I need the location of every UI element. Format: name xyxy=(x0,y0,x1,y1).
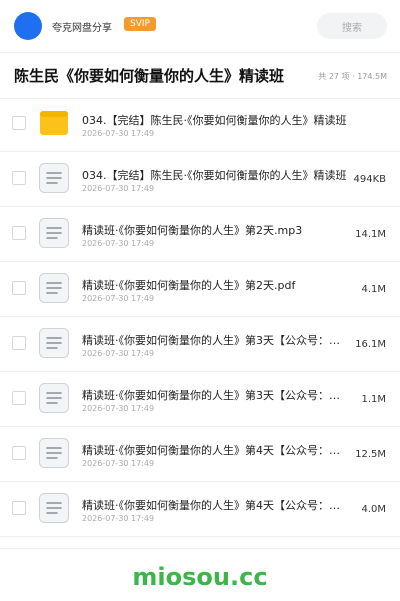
document-icon xyxy=(38,162,70,194)
select-checkbox[interactable] xyxy=(12,116,26,130)
document-icon xyxy=(38,217,70,249)
document-icon xyxy=(38,382,70,414)
select-checkbox[interactable] xyxy=(12,281,26,295)
file-name: 034.【完结】陈生民·《你要如何衡量你的人生》精读班 xyxy=(82,169,347,182)
select-checkbox[interactable] xyxy=(12,171,26,185)
file-row[interactable]: 精读班·《你要如何衡量你的人生》第4天【公众号：密… 2026-07-30 17:… xyxy=(0,427,400,482)
select-checkbox[interactable] xyxy=(12,336,26,350)
file-name: 精读班·《你要如何衡量你的人生》第4天【公众号：密… xyxy=(82,444,347,457)
item-count-summary: 共 27 项 · 174.5M xyxy=(318,72,387,81)
file-size: 494KB xyxy=(353,174,386,185)
folder-icon xyxy=(38,107,70,139)
folder-header: 陈生民《你要如何衡量你的人生》精读班 共 27 项 · 174.5M xyxy=(0,52,400,99)
file-name: 精读班·《你要如何衡量你的人生》第2天.pdf xyxy=(82,279,296,292)
select-checkbox[interactable] xyxy=(12,391,26,405)
select-checkbox[interactable] xyxy=(12,501,26,515)
file-date: 2026-07-30 17:49 xyxy=(82,514,155,523)
file-size: 1.1M xyxy=(361,394,386,405)
footer: miosou.cc xyxy=(0,548,400,601)
document-icon xyxy=(38,437,70,469)
file-row[interactable]: 034.【完结】陈生民·《你要如何衡量你的人生》精读班 2026-07-30 17… xyxy=(0,97,400,152)
file-row[interactable]: 精读班·《你要如何衡量你的人生》第3天【公众号：密… 2026-07-30 17:… xyxy=(0,372,400,427)
top-bar: 夸克网盘分享 SVIP 搜索 xyxy=(0,0,400,53)
file-date: 2026-07-30 17:49 xyxy=(82,349,155,358)
file-date: 2026-07-30 17:49 xyxy=(82,129,155,138)
file-date: 2026-07-30 17:49 xyxy=(82,239,155,248)
watermark-logo: miosou.cc xyxy=(132,563,268,591)
file-name: 精读班·《你要如何衡量你的人生》第2天.mp3 xyxy=(82,224,303,237)
file-size: 12.5M xyxy=(355,449,386,460)
avatar[interactable] xyxy=(14,12,42,40)
document-icon xyxy=(38,492,70,524)
file-date: 2026-07-30 17:49 xyxy=(82,294,155,303)
file-name: 精读班·《你要如何衡量你的人生》第3天【公众号：密… xyxy=(82,334,347,347)
file-size: 14.1M xyxy=(355,229,386,240)
document-icon xyxy=(38,327,70,359)
file-size: 4.1M xyxy=(361,284,386,295)
file-row[interactable]: 精读班·《你要如何衡量你的人生》第4天【公众号：密… 2026-07-30 17:… xyxy=(0,482,400,537)
file-name: 034.【完结】陈生民·《你要如何衡量你的人生》精读班 xyxy=(82,114,347,127)
file-date: 2026-07-30 17:49 xyxy=(82,184,155,193)
file-row[interactable]: 034.【完结】陈生民·《你要如何衡量你的人生》精读班 2026-07-30 17… xyxy=(0,152,400,207)
file-date: 2026-07-30 17:49 xyxy=(82,459,155,468)
file-size: 4.0M xyxy=(361,504,386,515)
file-list: 034.【完结】陈生民·《你要如何衡量你的人生》精读班 2026-07-30 17… xyxy=(0,97,400,537)
svip-badge: SVIP xyxy=(124,17,156,31)
file-size: 16.1M xyxy=(355,339,386,350)
file-name: 精读班·《你要如何衡量你的人生》第3天【公众号：密… xyxy=(82,389,347,402)
file-row[interactable]: 精读班·《你要如何衡量你的人生》第2天.mp3 2026-07-30 17:49 1… xyxy=(0,207,400,262)
document-icon xyxy=(38,272,70,304)
page-title: 陈生民《你要如何衡量你的人生》精读班 xyxy=(14,67,285,85)
select-checkbox[interactable] xyxy=(12,226,26,240)
search-input[interactable]: 搜索 xyxy=(317,13,387,39)
sharer-name: 夸克网盘分享 xyxy=(52,23,112,34)
select-checkbox[interactable] xyxy=(12,446,26,460)
file-date: 2026-07-30 17:49 xyxy=(82,404,155,413)
file-name: 精读班·《你要如何衡量你的人生》第4天【公众号：密… xyxy=(82,499,347,512)
search-placeholder: 搜索 xyxy=(342,22,362,34)
file-row[interactable]: 精读班·《你要如何衡量你的人生》第2天.pdf 2026-07-30 17:49 4… xyxy=(0,262,400,317)
file-row[interactable]: 精读班·《你要如何衡量你的人生》第3天【公众号：密… 2026-07-30 17:… xyxy=(0,317,400,372)
